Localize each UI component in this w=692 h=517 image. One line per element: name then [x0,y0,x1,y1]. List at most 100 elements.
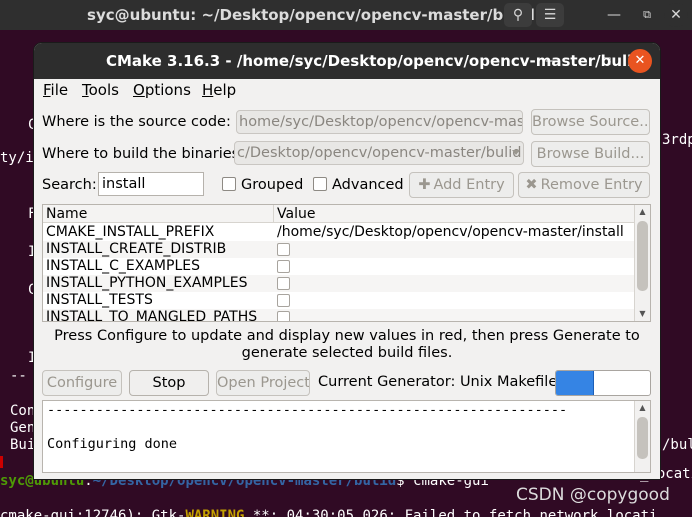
configure-button[interactable]: Configure [42,370,122,396]
build-path-value: c/Desktop/opencv/opencv-master/bulid [237,145,522,161]
cell-name: INSTALL_TO_MANGLED_PATHS [46,309,258,322]
build-label: Where to build the binaries: [42,146,245,162]
terminal-text-fragment: 3rdp [662,132,692,148]
add-entry-label: Add Entry [433,177,505,193]
build-path-combo[interactable]: c/Desktop/opencv/opencv-master/bulid [234,141,524,165]
menu-help[interactable]: Help [202,81,236,99]
cell-value-checkbox[interactable] [277,260,290,273]
terminal-red-marker [0,456,3,468]
browse-source-button[interactable]: Browse Source... [531,109,650,135]
log-scrollbar[interactable]: ▲ [634,401,650,472]
cell-value-checkbox[interactable] [277,294,290,307]
log-line: ----------------------------------------… [47,402,568,418]
menu-file[interactable]: File [43,81,68,99]
terminal-search-button[interactable]: ⚲ [504,3,532,27]
table-header: Name Value [43,205,635,223]
log-line: Configuring done [47,436,178,452]
grouped-checkbox[interactable] [222,177,236,191]
terminal-title: syc@ubuntu: ~/Desktop/opencv/opencv-mast… [87,6,535,24]
table-row[interactable]: INSTALL_TO_MANGLED_PATHS [43,309,635,322]
menu-options-label: ptions [144,81,191,99]
table-row[interactable]: INSTALL_C_EXAMPLES [43,258,635,275]
progress-bar [555,370,651,396]
cmake-window: CMake 3.16.3 - /home/syc/Desktop/opencv/… [34,43,660,479]
warning-prefix: cmake-gui:12746): Gtk- [0,508,186,517]
cmake-titlebar: CMake 3.16.3 - /home/syc/Desktop/opencv/… [34,43,660,79]
advanced-label: Advanced [332,177,404,193]
terminal-text-fragment: /bul [662,437,692,453]
search-label: Search: [42,177,97,193]
terminal-text-fragment: Con [10,403,36,419]
cmake-minimize-button[interactable]: — [540,49,564,73]
terminal-text-fragment: ty/i [0,150,34,166]
remove-icon: ✖ [525,177,538,193]
table-row[interactable]: INSTALL_CREATE_DISTRIB [43,241,635,258]
menu-options[interactable]: Options [133,81,191,99]
remove-entry-label: Remove Entry [540,177,643,193]
terminal-maximize-button[interactable]: ⧉ [633,3,661,27]
table-row[interactable]: INSTALL_PYTHON_EXAMPLES [43,275,635,292]
configure-hint: Press Configure to update and display ne… [54,328,640,361]
grouped-label: Grouped [241,177,304,193]
table-row[interactable]: CMAKE_INSTALL_PREFIX/home/syc/Desktop/op… [43,224,635,241]
table-row[interactable]: INSTALL_TESTS [43,292,635,309]
remove-entry-button[interactable]: ✖ Remove Entry [518,172,650,198]
close-icon: ✕ [634,53,646,68]
scroll-up-icon[interactable]: ▲ [635,205,650,219]
cell-value-checkbox[interactable] [277,243,290,256]
cmake-maximize-button[interactable]: ◻ [595,49,619,73]
source-path-field[interactable]: home/syc/Desktop/opencv/opencv-master [236,110,523,134]
table-scrollbar-thumb[interactable] [637,221,648,291]
cache-variables-table[interactable]: Name Value CMAKE_INSTALL_PREFIX/home/syc… [42,204,651,322]
current-generator-label: Current Generator: Unix Makefiles [318,374,565,390]
cell-value[interactable]: /home/syc/Desktop/opencv/opencv-master/i… [277,224,624,241]
cell-name: INSTALL_C_EXAMPLES [46,258,200,274]
terminal-close-button[interactable]: ✕ [664,3,688,27]
add-entry-button[interactable]: ✚ Add Entry [409,172,514,198]
menu-tools[interactable]: Tools [82,81,119,99]
browse-build-button[interactable]: Browse Build... [531,141,650,167]
csdn-watermark: CSDN @copygood [516,485,670,505]
cell-name: CMAKE_INSTALL_PREFIX [46,224,215,240]
search-input[interactable] [98,172,204,196]
terminal-text-fragment: Gen [10,420,36,436]
log-scrollbar-thumb[interactable] [637,417,648,459]
warning-level: WARNING [185,508,245,517]
terminal-text-fragment: Bui [10,437,36,453]
minimize-icon: — [545,53,559,69]
column-header-value[interactable]: Value [274,205,635,223]
warning-rest: **: 04:30:05.026: Failed to fetch networ… [244,508,658,517]
open-project-button[interactable]: Open Project [216,370,310,396]
search-icon: ⚲ [512,7,524,23]
hamburger-menu-icon: ☰ [543,7,557,23]
scroll-down-icon[interactable]: ▼ [635,307,650,321]
menu-help-mnemonic: H [202,81,214,99]
terminal-warning-line: cmake-gui:12746): Gtk-WARNING **: 04:30:… [0,508,657,517]
column-header-name[interactable]: Name [43,205,274,223]
terminal-menu-button[interactable]: ☰ [536,3,564,27]
maximize-icon: ◻ [602,54,612,67]
output-log[interactable]: ----------------------------------------… [42,400,651,473]
plus-icon: ✚ [418,177,431,193]
cell-value-checkbox[interactable] [277,311,290,321]
restore-icon: ⧉ [643,8,651,21]
table-scrollbar[interactable]: ▲ ▼ [634,205,650,321]
menu-bar: File Tools Options Help [34,79,660,101]
menu-tools-mnemonic: T [82,81,89,99]
cell-value-checkbox[interactable] [277,277,290,290]
terminal-minimize-button[interactable]: — [600,3,628,27]
progress-bar-fill [556,371,594,395]
menu-options-mnemonic: O [133,81,145,99]
advanced-checkbox[interactable] [313,177,327,191]
scroll-up-icon[interactable]: ▲ [635,401,650,415]
cmake-close-button[interactable]: ✕ [628,49,652,73]
close-icon: ✕ [670,7,682,23]
cell-name: INSTALL_PYTHON_EXAMPLES [46,275,248,291]
stop-button[interactable]: Stop [129,370,209,396]
cell-name: INSTALL_CREATE_DISTRIB [46,241,227,257]
terminal-titlebar: syc@ubuntu: ~/Desktop/opencv/opencv-mast… [0,0,692,30]
menu-help-label: elp [213,81,237,99]
terminal-text-fragment: -- [10,368,27,384]
menu-file-label: ile [50,81,69,99]
source-label: Where is the source code: [42,114,231,130]
